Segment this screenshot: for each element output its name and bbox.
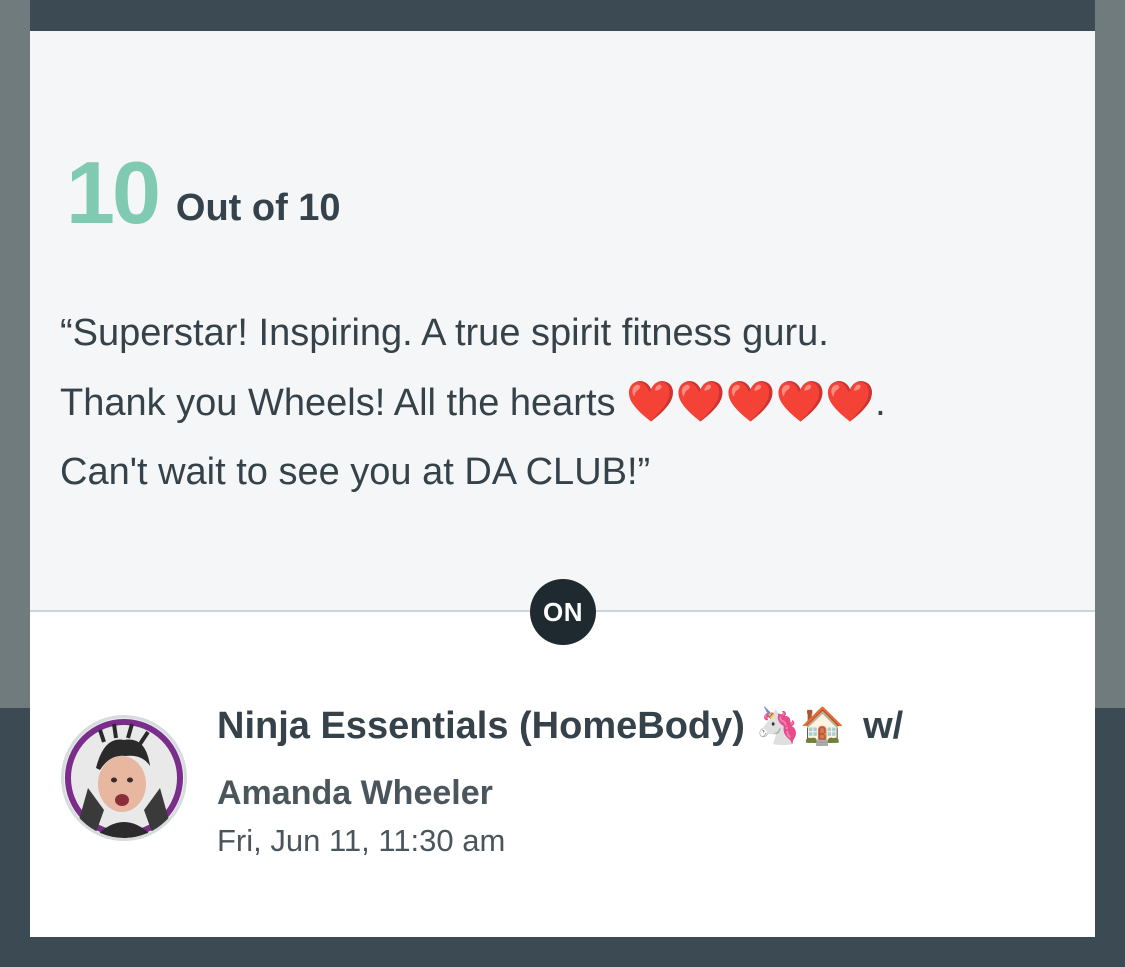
session-datetime: Fri, Jun 11, 11:30 am bbox=[217, 823, 506, 858]
quote-line-2: Thank you Wheels! All the hearts ❤️❤️❤️❤… bbox=[60, 368, 1070, 438]
score-scale: Out of 10 bbox=[175, 187, 341, 229]
quote-line-2-end: . bbox=[875, 382, 886, 424]
with-label: w/ bbox=[863, 705, 904, 747]
heart-icon: ❤️ bbox=[725, 380, 776, 424]
quote-line-2-text: Thank you Wheels! All the hearts bbox=[60, 382, 627, 424]
review-section: 10 Out of 10 “Superstar! Inspiring. A tr… bbox=[30, 31, 1095, 612]
class-title[interactable]: Ninja Essentials (HomeBody) 🦄🏠 w/ bbox=[217, 705, 903, 748]
review-quote: “Superstar! Inspiring. A true spirit fit… bbox=[60, 299, 1070, 507]
heart-icon: ❤️ bbox=[825, 380, 876, 424]
quote-line-1: “Superstar! Inspiring. A true spirit fit… bbox=[60, 312, 829, 354]
class-name: Ninja Essentials (HomeBody) bbox=[217, 705, 745, 747]
house-icon: 🏠 bbox=[800, 705, 846, 746]
unicorn-icon: 🦄 bbox=[755, 705, 801, 746]
on-badge: ON bbox=[530, 579, 596, 645]
header-bar bbox=[30, 0, 1095, 31]
heart-icon: ❤️ bbox=[626, 380, 676, 424]
quote-line-3: Can't wait to see you at DA CLUB!” bbox=[60, 451, 651, 493]
avatar[interactable] bbox=[61, 715, 187, 841]
heart-icon: ❤️ bbox=[775, 380, 826, 424]
heart-icon: ❤️ bbox=[675, 380, 726, 424]
score-row: 10 Out of 10 bbox=[66, 149, 341, 237]
instructor-name[interactable]: Amanda Wheeler bbox=[217, 774, 493, 813]
instructor-photo bbox=[64, 718, 184, 838]
review-card: 10 Out of 10 “Superstar! Inspiring. A tr… bbox=[30, 31, 1095, 937]
score-value: 10 bbox=[66, 143, 161, 242]
